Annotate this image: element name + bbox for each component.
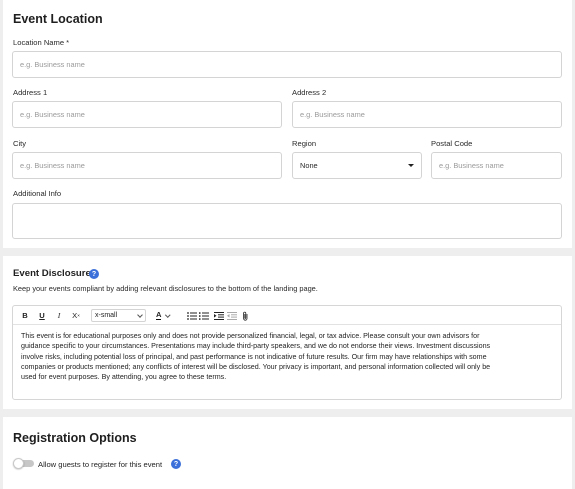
event-location-title: Event Location <box>13 12 103 26</box>
region-select-value: None <box>300 161 318 170</box>
disclosure-line: involve risks, including potential loss … <box>21 352 487 361</box>
address2-label: Address 2 <box>292 88 327 97</box>
italic-button[interactable]: I <box>54 310 64 321</box>
event-disclosure-title: Event Disclosure <box>13 268 91 279</box>
disclosure-text[interactable]: This event is for educational purposes o… <box>21 331 556 382</box>
text-color-button[interactable]: A <box>156 310 174 321</box>
postal-code-input[interactable]: e.g. Business name <box>431 152 562 179</box>
disclosure-line: companies or products mentioned; any con… <box>21 362 491 371</box>
city-input[interactable]: e.g. Business name <box>12 152 282 179</box>
clear-format-button[interactable]: X × <box>70 310 82 321</box>
underline-button[interactable]: U <box>37 310 47 321</box>
region-select[interactable]: None <box>292 152 422 179</box>
registration-options-section: Registration Options Allow guests to reg… <box>3 417 572 489</box>
disclosure-rich-text-editor[interactable]: B U I X × x-small A This event is for ed… <box>12 305 562 400</box>
region-label: Region <box>292 139 317 148</box>
location-name-label: Location Name * <box>13 38 70 47</box>
event-location-section: Event Location Location Name * e.g. Busi… <box>3 0 572 248</box>
help-icon[interactable]: ? <box>89 269 99 279</box>
caret-down-icon <box>408 164 414 167</box>
disclosure-line: This event is for educational purposes o… <box>21 332 480 340</box>
font-size-select[interactable]: x-small <box>91 309 146 322</box>
disclosure-line: used for event purposes. By attending, y… <box>21 373 227 382</box>
event-disclosure-subtitle: Keep your events compliant by adding rel… <box>13 284 318 293</box>
address1-label: Address 1 <box>13 88 48 97</box>
chevron-down-icon <box>137 311 143 318</box>
disclosure-line: guidance specific to your circumstances.… <box>21 342 491 351</box>
city-label: City <box>13 139 27 148</box>
chevron-down-icon <box>165 312 171 317</box>
additional-info-label: Additional Info <box>13 189 62 198</box>
help-icon[interactable]: ? <box>171 459 181 469</box>
indent-icon[interactable] <box>213 310 224 321</box>
additional-info-textarea[interactable] <box>12 203 562 239</box>
toggle-knob <box>13 458 24 469</box>
allow-guests-toggle[interactable] <box>13 458 34 469</box>
allow-guests-label: Allow guests to register for this event <box>38 460 163 469</box>
event-disclosure-section: Event Disclosure ? Keep your events comp… <box>3 256 572 409</box>
bold-button[interactable]: B <box>20 310 30 321</box>
numbered-list-icon[interactable] <box>198 310 209 321</box>
editor-toolbar: B U I X × x-small A <box>13 306 561 325</box>
clear-format-sup: × <box>77 313 80 318</box>
outdent-icon[interactable] <box>226 310 237 321</box>
registration-options-title: Registration Options <box>13 431 137 445</box>
address2-input[interactable]: e.g. Business name <box>292 101 562 128</box>
text-color-glyph: A <box>156 310 162 320</box>
location-name-input[interactable]: e.g. Business name <box>12 51 562 78</box>
bullet-list-icon[interactable] <box>186 310 197 321</box>
postal-code-label: Postal Code <box>431 139 473 148</box>
address1-input[interactable]: e.g. Business name <box>12 101 282 128</box>
attachment-icon[interactable] <box>240 310 250 321</box>
font-size-value: x-small <box>95 312 118 319</box>
